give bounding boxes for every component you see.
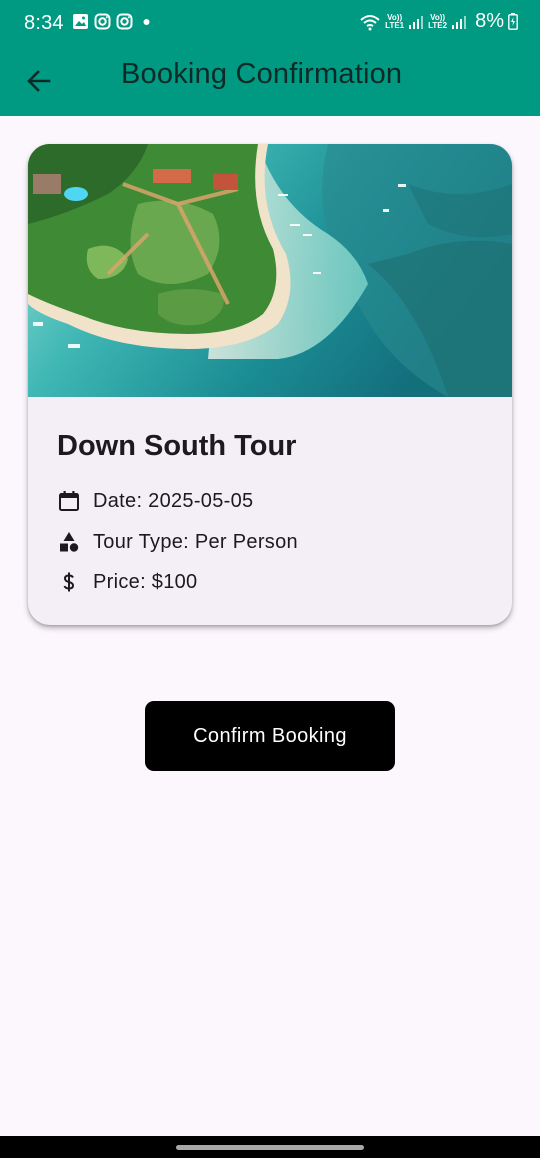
tour-name: Down South Tour xyxy=(57,430,297,462)
price-text: Price: $100 xyxy=(93,570,198,593)
tour-type-row: Tour Type: Per Person xyxy=(57,527,298,557)
instagram-icon xyxy=(94,13,111,30)
gallery-icon xyxy=(73,14,88,29)
app-bar: Booking Confirmation xyxy=(0,46,540,116)
signal-icon xyxy=(452,15,467,29)
volte-indicator-1: Vo)) LTE1 xyxy=(385,13,405,30)
battery-percent: 8% xyxy=(475,10,504,32)
signal-icon xyxy=(409,15,424,29)
volte-indicator-2: Vo)) LTE2 xyxy=(428,13,448,30)
back-button[interactable] xyxy=(18,61,60,101)
price-row: Price: $100 xyxy=(57,567,197,597)
notification-dot-icon xyxy=(143,19,150,25)
tour-type-text: Tour Type: Per Person xyxy=(93,530,298,553)
instagram-icon xyxy=(116,13,133,30)
page-title: Booking Confirmation xyxy=(121,58,403,90)
home-gesture-handle[interactable] xyxy=(176,1145,364,1150)
battery-icon xyxy=(508,13,518,30)
category-icon xyxy=(60,532,79,552)
calendar-icon xyxy=(59,491,79,511)
network-label-1: LTE1 xyxy=(385,20,405,30)
status-notification-icons xyxy=(72,13,155,30)
system-nav-bar xyxy=(0,1136,540,1158)
tour-card: Down South Tour Date: 2025-05-05 Tour Ty… xyxy=(28,144,512,625)
dollar-icon xyxy=(63,572,75,592)
tour-image xyxy=(28,144,512,397)
status-time: 8:34 xyxy=(24,12,64,34)
arrow-left-icon xyxy=(27,70,51,92)
date-row: Date: 2025-05-05 xyxy=(57,486,253,516)
confirm-booking-button[interactable]: Confirm Booking xyxy=(145,701,395,771)
network-label-2: LTE2 xyxy=(428,20,448,30)
date-text: Date: 2025-05-05 xyxy=(93,489,254,512)
status-system-icons: Vo)) LTE1 Vo)) LTE2 8% xyxy=(359,10,518,33)
wifi-icon xyxy=(360,14,380,30)
status-bar: 8:34 Vo)) LTE1 Vo)) LTE2 8% xyxy=(0,0,540,46)
